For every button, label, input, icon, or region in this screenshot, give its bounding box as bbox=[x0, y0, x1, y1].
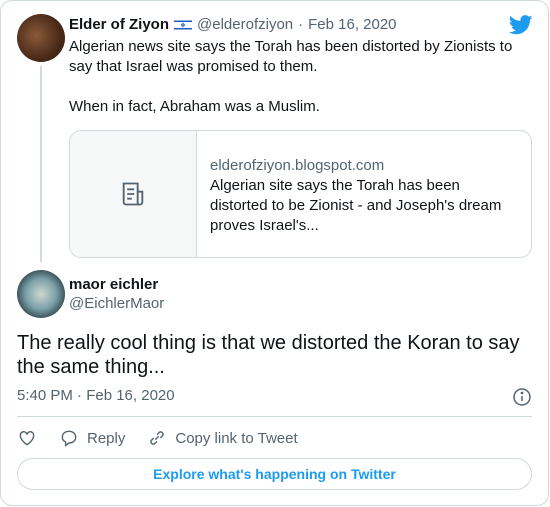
tweet-text: The really cool thing is that we distort… bbox=[17, 332, 520, 378]
thread-line bbox=[40, 66, 42, 262]
author-handle[interactable]: @EichlerMaor bbox=[69, 295, 164, 312]
action-bar: Reply Copy link to Tweet bbox=[17, 428, 320, 448]
article-icon bbox=[122, 182, 144, 206]
link-title: Algerian site says the Torah has been di… bbox=[210, 177, 502, 234]
quoted-tweet-text: Algerian news site says the Torah has be… bbox=[69, 37, 519, 117]
divider bbox=[17, 416, 532, 417]
copy-link-button[interactable]: Copy link to Tweet bbox=[147, 428, 298, 448]
heart-icon bbox=[19, 431, 35, 446]
author-name[interactable]: maor eichler bbox=[69, 276, 158, 293]
quoted-paragraph: When in fact, Abraham was a Muslim. bbox=[69, 98, 320, 115]
explore-twitter-button[interactable]: Explore what's happening on Twitter bbox=[17, 458, 532, 490]
copy-link-label: Copy link to Tweet bbox=[175, 429, 298, 447]
quoted-header: Elder of Ziyon @elderofziyon · Feb 16, 2… bbox=[69, 16, 397, 33]
twitter-logo-icon[interactable] bbox=[509, 15, 533, 35]
quoted-date[interactable]: Feb 16, 2020 bbox=[308, 16, 396, 33]
reply-button[interactable]: Reply bbox=[59, 428, 125, 448]
link-thumbnail bbox=[70, 131, 197, 257]
quoted-paragraph: Algerian news site says the Torah has be… bbox=[69, 38, 513, 75]
link-domain: elderofziyon.blogspot.com bbox=[210, 157, 385, 174]
reply-label: Reply bbox=[87, 429, 126, 447]
link-icon bbox=[150, 431, 165, 445]
avatar-maor-eichler[interactable] bbox=[17, 270, 65, 318]
quoted-author-handle[interactable]: @elderofziyon bbox=[197, 16, 293, 33]
quoted-author-name[interactable]: Elder of Ziyon bbox=[69, 16, 169, 33]
reply-bubble-icon bbox=[61, 430, 77, 447]
tweet-timestamp[interactable]: 5:40 PM · Feb 16, 2020 bbox=[17, 387, 175, 404]
link-preview-card[interactable]: elderofziyon.blogspot.com Algerian site … bbox=[69, 130, 532, 258]
like-button[interactable] bbox=[17, 428, 37, 448]
info-icon[interactable] bbox=[512, 387, 532, 407]
separator: · bbox=[298, 16, 304, 33]
israel-flag-icon bbox=[174, 18, 193, 31]
avatar-elder-of-ziyon[interactable] bbox=[17, 14, 65, 62]
